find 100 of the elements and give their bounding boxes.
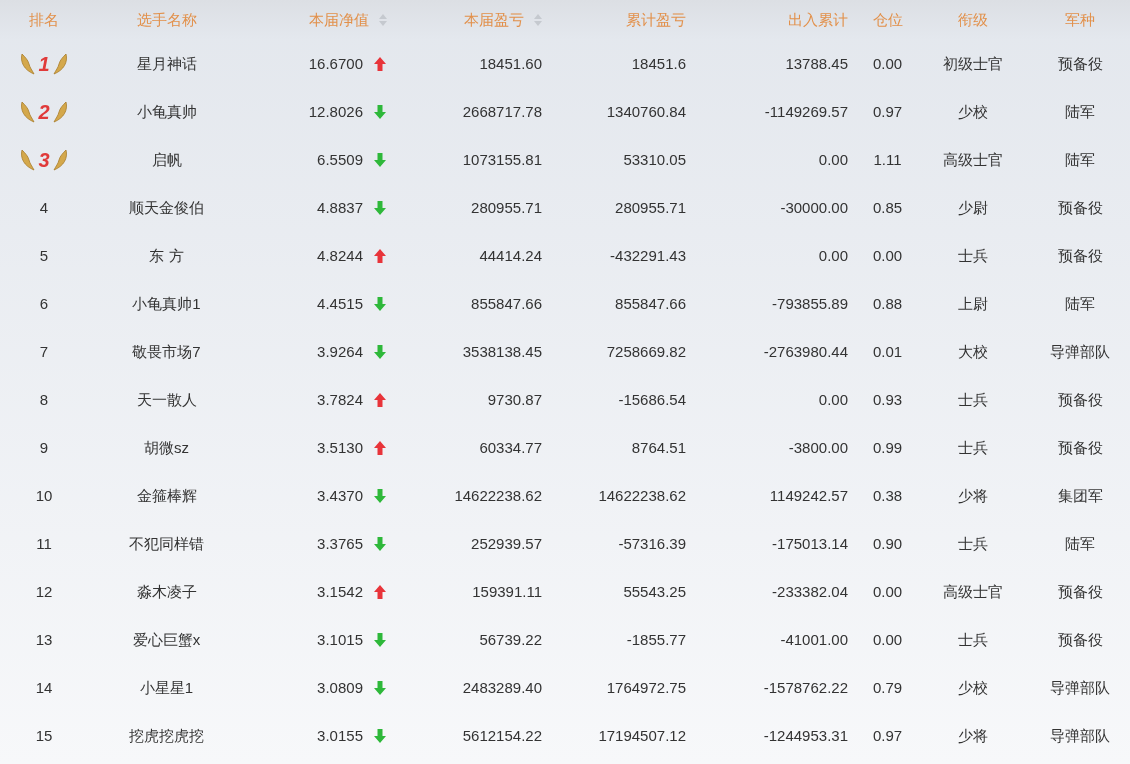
table-cell-text: 0.90 — [872, 533, 903, 554]
table-cell-text: 8764.51 — [631, 437, 686, 458]
column-header[interactable]: 本届盈亏 — [464, 8, 542, 32]
table-cell-text: 0.85 — [872, 197, 903, 218]
wing-icon — [52, 52, 68, 76]
rank-number: 15 — [35, 725, 53, 746]
table-cell-text: 少将 — [957, 485, 988, 506]
table-cell-text: 导弹部队 — [1050, 341, 1110, 362]
wing-icon — [52, 100, 68, 124]
table-cell-text: 导弹部队 — [1050, 677, 1110, 698]
table-cell-text: 高级士官 — [942, 581, 1003, 602]
table-cell-text: 55543.25 — [623, 581, 686, 602]
table-cell-text: 280955.71 — [471, 197, 542, 218]
table-cell-text: -233382.04 — [772, 581, 848, 602]
table-cell-text: 预备役 — [1057, 389, 1103, 410]
table-cell-text: 4.8837 — [317, 197, 363, 218]
table-cell-text: 1149242.57 — [769, 485, 848, 506]
table-cell-text: 导弹部队 — [1050, 725, 1110, 746]
table-cell-text: 爱心巨蟹x — [132, 629, 201, 650]
table-cell-text: 14622238.62 — [454, 485, 542, 506]
table-cell-text: 金箍棒辉 — [136, 485, 197, 506]
table-cell-text: 0.00 — [872, 53, 903, 74]
table-cell-text: 小龟真帅 — [136, 101, 197, 122]
column-header: 衔级 — [957, 9, 988, 30]
table-cell-text: 4.8244 — [317, 245, 363, 266]
table-cell-text: 0.99 — [872, 437, 903, 458]
table-cell-text: 少校 — [957, 677, 988, 698]
table-cell-text: 大校 — [957, 341, 988, 362]
table-cell-text: 陆军 — [1065, 533, 1095, 554]
table-cell-text: 1340760.84 — [606, 101, 686, 122]
table-cell-text: 0.93 — [872, 389, 903, 410]
table-cell-text: 159391.11 — [472, 581, 542, 602]
column-header[interactable]: 本届净值 — [309, 8, 387, 32]
table-cell-text: 18451.6 — [631, 53, 686, 74]
table-cell-text: 预备役 — [1057, 581, 1103, 602]
table-cell-text: 士兵 — [957, 389, 988, 410]
table-cell-text: 3.7824 — [317, 389, 363, 410]
rank-number: 11 — [36, 533, 52, 554]
table-cell-text: -2763980.44 — [763, 341, 848, 362]
table-cell-text: 集团军 — [1057, 485, 1103, 506]
sort-icon[interactable] — [379, 14, 387, 26]
table-cell-text: -432291.43 — [610, 245, 686, 266]
table-cell-text: 0.97 — [872, 725, 903, 746]
table-cell-text: 挖虎挖虎挖 — [129, 725, 204, 746]
table-cell-text: 少校 — [957, 101, 988, 122]
column-header: 累计盈亏 — [626, 9, 686, 30]
table-cell-text: 60334.77 — [479, 437, 542, 458]
table-cell-text: 0.00 — [872, 245, 903, 266]
column-header: 军种 — [1065, 9, 1095, 30]
table-cell-text: 上尉 — [957, 293, 988, 314]
table-cell-text: 855847.66 — [471, 293, 542, 314]
table-cell-text: 17194507.12 — [598, 725, 686, 746]
wing-icon — [20, 100, 36, 124]
table-cell-text: 14622238.62 — [598, 485, 686, 506]
table-cell-text: 士兵 — [957, 629, 988, 650]
table-cell-text: 3.0809 — [317, 677, 363, 698]
rank-number: 13 — [35, 629, 53, 650]
table-cell-text: 3538138.45 — [462, 341, 542, 362]
table-cell-text: 3.3765 — [317, 533, 363, 554]
wing-icon — [20, 148, 36, 172]
table-cell-text: 44414.24 — [479, 245, 542, 266]
table-cell-text: 2483289.40 — [462, 677, 542, 698]
table-cell-text: -1149269.57 — [764, 101, 848, 122]
table-cell-text: 预备役 — [1057, 629, 1103, 650]
table-cell-text: 天一散人 — [136, 389, 197, 410]
table-cell-text: 陆军 — [1065, 293, 1095, 314]
table-cell-text: 0.00 — [872, 629, 903, 650]
table-cell-text: 12.8026 — [308, 101, 363, 122]
table-cell-text: 3.9264 — [317, 341, 363, 362]
rank-number: 9 — [39, 437, 49, 458]
table-cell-text: -41001.00 — [780, 629, 848, 650]
table-cell-text: -30000.00 — [780, 197, 848, 218]
table-cell-text: 9730.87 — [487, 389, 542, 410]
table-cell-text: 1073155.81 — [462, 149, 542, 170]
table-cell-text: 陆军 — [1065, 101, 1095, 122]
table-cell-text: 预备役 — [1057, 245, 1103, 266]
table-cell-text: 预备役 — [1057, 197, 1103, 218]
rank-number: 8 — [39, 389, 49, 410]
table-cell-text: 启帆 — [151, 149, 182, 170]
rank-number: 4 — [39, 197, 49, 218]
column-header: 排名 — [29, 9, 59, 30]
table-cell-text: 0.38 — [872, 485, 903, 506]
table-cell-text: 顺天金俊伯 — [129, 197, 204, 218]
table-cell-text: -3800.00 — [788, 437, 848, 458]
table-cell-text: 1.11 — [873, 149, 902, 170]
table-cell-text: 预备役 — [1057, 437, 1103, 458]
table-cell-text: 16.6700 — [308, 53, 363, 74]
rank-number: 14 — [35, 677, 53, 698]
table-cell-text: 13788.45 — [785, 53, 848, 74]
table-cell-text: 280955.71 — [615, 197, 686, 218]
column-header: 选手名称 — [136, 9, 197, 30]
table-cell-text: -175013.14 — [772, 533, 848, 554]
table-cell-text: 士兵 — [957, 437, 988, 458]
column-header: 出入累计 — [788, 9, 848, 30]
table-cell-text: 预备役 — [1057, 53, 1103, 74]
table-cell-text: 0.00 — [818, 245, 848, 266]
rank-number: 1 — [37, 54, 51, 74]
wing-icon — [52, 148, 68, 172]
table-cell-text: 0.88 — [872, 293, 903, 314]
sort-icon[interactable] — [534, 14, 542, 26]
